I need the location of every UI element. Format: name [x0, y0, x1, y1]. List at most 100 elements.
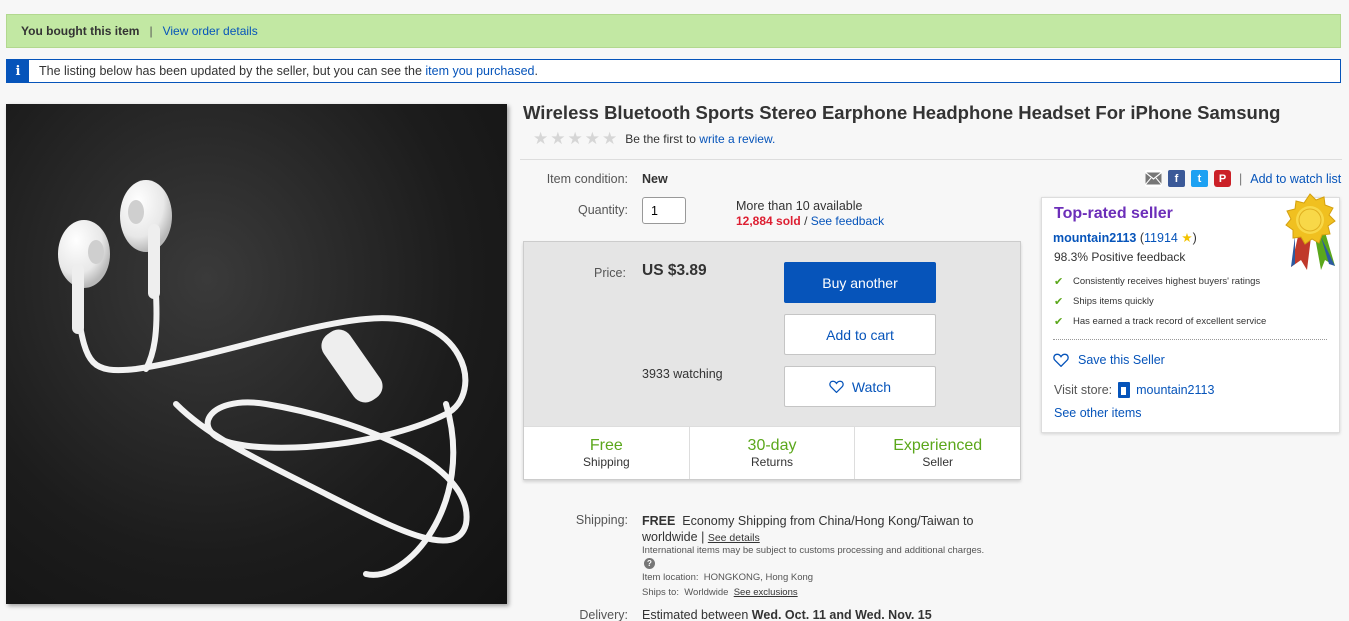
divider: [520, 159, 1342, 160]
pinterest-icon[interactable]: P: [1214, 170, 1231, 187]
check-text: Ships items quickly: [1073, 296, 1154, 307]
badge-subtitle: Shipping: [582, 455, 630, 469]
check-icon: ✔: [1054, 316, 1064, 328]
value-badges: Free Shipping 30-day Returns Experienced…: [524, 426, 1020, 479]
heart-icon: [829, 380, 844, 393]
watch-button[interactable]: Watch: [784, 366, 936, 407]
experienced-seller-badge: Experienced Seller: [855, 427, 1020, 479]
share-row: f t P | Add to watch list: [1145, 170, 1341, 187]
update-notice: i The listing below has been updated by …: [6, 59, 1341, 83]
item-location-value: HONGKONG, Hong Kong: [703, 572, 814, 583]
item-location: Item location: HONGKONG, Hong Kong: [642, 572, 813, 583]
save-seller-label: Save this Seller: [1078, 353, 1165, 367]
positive-feedback: 98.3% Positive feedback: [1054, 250, 1186, 264]
badge-title: Free: [589, 437, 623, 454]
seller-check-item: ✔ Has earned a track record of excellent …: [1054, 315, 1266, 328]
see-feedback-link[interactable]: See feedback: [811, 214, 884, 228]
check-icon: ✔: [1054, 276, 1064, 288]
feedback-score-link[interactable]: 11914: [1144, 231, 1178, 245]
top-rated-ribbon-icon: [1285, 193, 1336, 270]
earphones-image: [58, 180, 470, 578]
seller-check-item: ✔ Consistently receives highest buyers' r…: [1054, 275, 1260, 288]
seller-info: mountain2113 (11914 ★): [1053, 230, 1197, 245]
item-location-label: Item location:: [642, 572, 699, 583]
seller-check-item: ✔ Ships items quickly: [1054, 295, 1154, 308]
facebook-icon[interactable]: f: [1168, 170, 1185, 187]
watching-count: 3933 watching: [642, 367, 723, 381]
shipping-pipe: |: [701, 530, 705, 544]
item-purchased-link[interactable]: item you purchased: [425, 64, 534, 78]
visit-store-row: Visit store: mountain2113: [1054, 382, 1214, 398]
top-rated-seller-title: Top-rated seller: [1054, 205, 1173, 222]
ships-to-value: Worldwide: [684, 587, 729, 598]
rating-row: ★ ★ ★ ★ ★ Be the first to write a review…: [533, 130, 775, 147]
bought-text: You bought this item: [21, 24, 140, 38]
store-icon: [1118, 382, 1131, 398]
quantity-input[interactable]: [642, 197, 686, 224]
score-close: ): [1192, 231, 1197, 245]
twitter-icon[interactable]: t: [1191, 170, 1208, 187]
ships-to: Ships to: Worldwide See exclusions: [642, 587, 798, 598]
buy-another-button[interactable]: Buy another: [784, 262, 936, 303]
delivery-dates: Wed. Oct. 11 and Wed. Nov. 15: [751, 608, 932, 621]
add-to-watch-list-link[interactable]: Add to watch list: [1250, 172, 1341, 186]
delivery-estimate: Estimated between Wed. Oct. 11 and Wed. …: [642, 608, 932, 621]
info-icon: i: [7, 60, 29, 82]
yellow-star-icon: ★: [1181, 231, 1193, 245]
returns-badge: 30-day Returns: [690, 427, 856, 479]
shipping-summary: FREE Economy Shipping from China/Hong Ko…: [642, 513, 1012, 546]
customs-note: International items may be subject to cu…: [642, 545, 985, 556]
product-image[interactable]: [6, 104, 507, 604]
badge-title: 30-day: [747, 437, 797, 454]
star-icon: ★: [567, 129, 583, 148]
check-icon: ✔: [1054, 296, 1064, 308]
delivery-prefix: Estimated between: [642, 608, 749, 621]
shipping-method: Economy Shipping from China/Hong Kong/Ta…: [642, 514, 974, 544]
visit-store-label: Visit store:: [1054, 383, 1113, 397]
view-order-details-link[interactable]: View order details: [163, 24, 258, 38]
help-icon[interactable]: ?: [644, 558, 655, 569]
free-shipping-badge: Free Shipping: [524, 427, 690, 479]
see-exclusions-link[interactable]: See exclusions: [734, 587, 798, 598]
shipping-label: Shipping:: [575, 513, 628, 527]
quantity-label: Quantity:: [577, 203, 628, 217]
banner-separator: |: [149, 24, 153, 38]
rating-stars: ★ ★ ★ ★ ★: [533, 130, 617, 147]
badge-subtitle: Seller: [922, 455, 954, 469]
star-icon: ★: [533, 129, 549, 148]
sold-separator: /: [804, 214, 808, 228]
sold-row: 12,884 sold / See feedback: [736, 214, 884, 228]
star-icon: ★: [602, 129, 618, 148]
delivery-label: Delivery:: [579, 608, 628, 621]
see-details-link[interactable]: See details: [708, 532, 760, 544]
update-notice-end: .: [534, 64, 538, 78]
store-link[interactable]: mountain2113: [1136, 383, 1214, 397]
check-text: Has earned a track record of excellent s…: [1073, 316, 1267, 327]
shipping-free: FREE: [642, 514, 676, 528]
watch-label: Watch: [851, 378, 892, 395]
check-text: Consistently receives highest buyers' ra…: [1073, 276, 1261, 287]
divider: [1053, 339, 1327, 340]
star-icon: ★: [584, 129, 600, 148]
email-icon[interactable]: [1145, 170, 1162, 187]
availability-text: More than 10 available: [736, 199, 863, 213]
star-icon: ★: [550, 129, 566, 148]
ships-to-label: Ships to:: [642, 587, 679, 598]
see-other-items-link[interactable]: See other items: [1054, 406, 1142, 420]
seller-name-link[interactable]: mountain2113: [1053, 231, 1136, 245]
rating-prefix: Be the first to: [625, 131, 696, 146]
sold-count-link[interactable]: 12,884 sold: [736, 214, 801, 228]
product-title: Wireless Bluetooth Sports Stereo Earphon…: [523, 102, 1281, 123]
condition-label: Item condition:: [546, 172, 628, 186]
save-seller-button[interactable]: Save this Seller: [1053, 353, 1165, 367]
price-value: US $3.89: [642, 262, 707, 279]
badge-subtitle: Returns: [750, 455, 794, 469]
price-label: Price:: [594, 266, 626, 280]
badge-title: Experienced: [893, 437, 983, 454]
purchase-banner: You bought this item | View order detail…: [6, 14, 1341, 48]
heart-icon: [1053, 353, 1069, 367]
add-to-cart-button[interactable]: Add to cart: [784, 314, 936, 355]
update-notice-text: The listing below has been updated by th…: [39, 64, 422, 78]
write-review-link[interactable]: write a review.: [699, 132, 775, 146]
share-separator: |: [1239, 171, 1243, 186]
